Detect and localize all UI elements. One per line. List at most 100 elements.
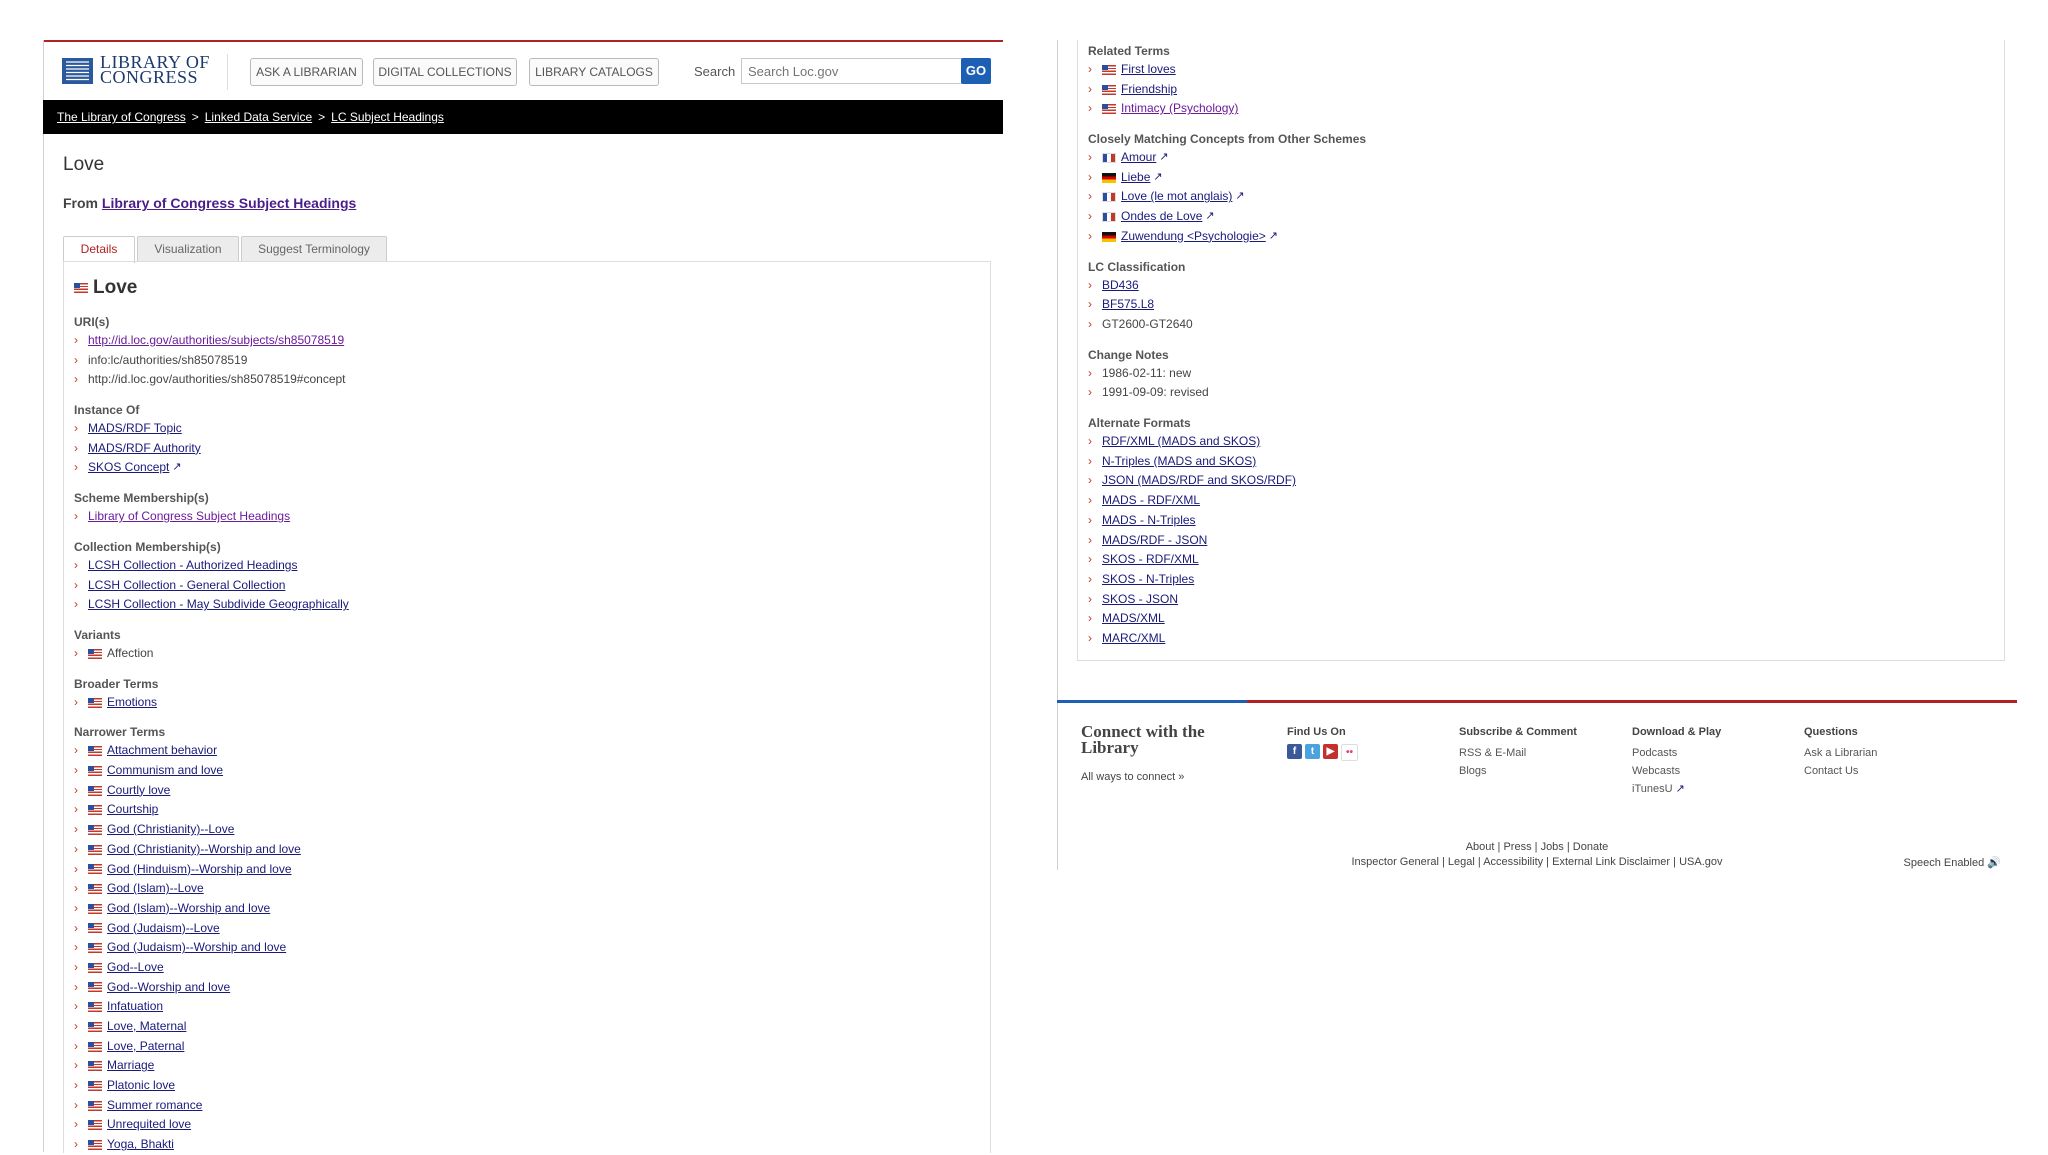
item-link[interactable]: Courtly love	[107, 781, 170, 801]
item-link[interactable]: Liebe	[1121, 168, 1150, 188]
breadcrumb-linked-data-service[interactable]: Linked Data Service	[205, 110, 312, 124]
tab-suggest-terminology[interactable]: Suggest Terminology	[241, 236, 387, 261]
all-ways-to-connect-link[interactable]: All ways to connect »	[1081, 771, 1184, 783]
list-item[interactable]: › Love (le mot anglais) ↗	[1088, 187, 1366, 207]
footer-link-jobs[interactable]: Jobs	[1541, 841, 1564, 853]
list-item[interactable]: › MADS - N-Triples	[1088, 511, 1296, 531]
item-link[interactable]: Intimacy (Psychology)	[1121, 99, 1238, 119]
item-link[interactable]: LCSH Collection - General Collection	[88, 576, 285, 596]
item-link[interactable]: Summer romance	[107, 1096, 202, 1116]
item-link[interactable]: Love, Maternal	[107, 1017, 186, 1037]
item-link[interactable]: God (Christianity)--Love	[107, 820, 234, 840]
list-item[interactable]: › MADS - RDF/XML	[1088, 491, 1296, 511]
item-link[interactable]: Love (le mot anglais)	[1121, 187, 1232, 207]
item-link[interactable]: SKOS - RDF/XML	[1102, 550, 1199, 570]
item-link[interactable]: MADS/RDF - JSON	[1102, 531, 1207, 551]
item-link[interactable]: LCSH Collection - Authorized Headings	[88, 556, 297, 576]
item-link[interactable]: Library of Congress Subject Headings	[88, 507, 290, 527]
list-item[interactable]: › MADS/XML	[1088, 609, 1296, 629]
list-item[interactable]: › Communism and love	[74, 761, 301, 781]
list-item[interactable]: › God (Christianity)--Worship and love	[74, 840, 301, 860]
item-link[interactable]: Unrequited love	[107, 1115, 191, 1135]
item-link[interactable]: God (Christianity)--Worship and love	[107, 840, 301, 860]
item-link[interactable]: God (Islam)--Worship and love	[107, 899, 270, 919]
from-scheme-link[interactable]: Library of Congress Subject Headings	[102, 195, 356, 211]
item-link[interactable]: Love, Paternal	[107, 1037, 184, 1057]
list-item[interactable]: › God--Worship and love	[74, 978, 301, 998]
webcasts-link[interactable]: Webcasts	[1632, 762, 1721, 780]
item-link[interactable]: MARC/XML	[1102, 629, 1165, 649]
item-link[interactable]: Infatuation	[107, 997, 163, 1017]
footer-link-accessibility[interactable]: Accessibility	[1483, 856, 1543, 868]
list-item[interactable]: › Platonic love	[74, 1076, 301, 1096]
list-item[interactable]: › God (Islam)--Love	[74, 879, 301, 899]
item-link[interactable]: MADS/XML	[1102, 609, 1165, 629]
item-link[interactable]: Emotions	[107, 693, 157, 713]
list-item[interactable]: › God (Christianity)--Love	[74, 820, 301, 840]
breadcrumb-library-of-congress[interactable]: The Library of Congress	[57, 110, 186, 124]
list-item[interactable]: › Amour ↗	[1088, 148, 1366, 168]
contact-us-link[interactable]: Contact Us	[1804, 762, 1877, 780]
youtube-icon[interactable]: ▶	[1323, 744, 1338, 759]
rss-email-link[interactable]: RSS & E-Mail	[1459, 744, 1577, 762]
tab-visualization[interactable]: Visualization	[137, 236, 239, 261]
item-link[interactable]: God--Love	[107, 958, 164, 978]
list-item[interactable]: › SKOS - RDF/XML	[1088, 550, 1296, 570]
item-link[interactable]: Communism and love	[107, 761, 223, 781]
speech-enabled[interactable]: Speech Enabled 🔊	[1904, 856, 2002, 869]
list-item[interactable]: › SKOS - N-Triples	[1088, 570, 1296, 590]
item-link[interactable]: SKOS Concept	[88, 458, 169, 478]
list-item[interactable]: › JSON (MADS/RDF and SKOS/RDF)	[1088, 471, 1296, 491]
item-link[interactable]: MADS - RDF/XML	[1102, 491, 1200, 511]
list-item[interactable]: › Courtly love	[74, 781, 301, 801]
list-item[interactable]: › BF575.L8	[1088, 295, 1193, 315]
library-catalogs-button[interactable]: LIBRARY CATALOGS	[529, 58, 659, 86]
blogs-link[interactable]: Blogs	[1459, 762, 1577, 780]
item-link[interactable]: God (Islam)--Love	[107, 879, 204, 899]
list-item[interactable]: › Courtship	[74, 800, 301, 820]
breadcrumb-lc-subject-headings[interactable]: LC Subject Headings	[331, 110, 444, 124]
item-link[interactable]: Ondes de Love	[1121, 207, 1202, 227]
facebook-icon[interactable]: f	[1287, 744, 1302, 759]
item-link[interactable]: Courtship	[107, 800, 158, 820]
list-item[interactable]: › LCSH Collection - General Collection	[74, 576, 349, 596]
item-link[interactable]: Zuwendung <Psychologie>	[1121, 227, 1266, 247]
footer-link-usa-gov[interactable]: USA.gov	[1679, 856, 1722, 868]
search-input[interactable]	[741, 58, 967, 84]
footer-link-inspector-general[interactable]: Inspector General	[1352, 856, 1439, 868]
list-item[interactable]: › Attachment behavior	[74, 741, 301, 761]
list-item[interactable]: › Infatuation	[74, 997, 301, 1017]
list-item[interactable]: › Liebe ↗	[1088, 168, 1366, 188]
footer-link-press[interactable]: Press	[1503, 841, 1531, 853]
item-link[interactable]: Platonic love	[107, 1076, 175, 1096]
footer-link-legal[interactable]: Legal	[1448, 856, 1475, 868]
footer-link-external-link-disclaimer[interactable]: External Link Disclaimer	[1552, 856, 1670, 868]
item-link[interactable]: JSON (MADS/RDF and SKOS/RDF)	[1102, 471, 1296, 491]
list-item[interactable]: › God (Judaism)--Love	[74, 919, 301, 939]
item-link[interactable]: RDF/XML (MADS and SKOS)	[1102, 432, 1260, 452]
item-link[interactable]: SKOS - N-Triples	[1102, 570, 1194, 590]
list-item[interactable]: › Friendship	[1088, 80, 1238, 100]
item-link[interactable]: God--Worship and love	[107, 978, 230, 998]
list-item[interactable]: › Summer romance	[74, 1096, 301, 1116]
list-item[interactable]: › Unrequited love	[74, 1115, 301, 1135]
item-link[interactable]: N-Triples (MADS and SKOS)	[1102, 452, 1256, 472]
item-link[interactable]: MADS/RDF Topic	[88, 419, 182, 439]
list-item[interactable]: › Marriage	[74, 1056, 301, 1076]
list-item[interactable]: › Intimacy (Psychology)	[1088, 99, 1238, 119]
item-link[interactable]: Amour	[1121, 148, 1156, 168]
list-item[interactable]: › Library of Congress Subject Headings	[74, 507, 290, 527]
podcasts-link[interactable]: Podcasts	[1632, 744, 1721, 762]
list-item[interactable]: › God (Islam)--Worship and love	[74, 899, 301, 919]
itunesu-link[interactable]: iTunesU ↗	[1632, 780, 1721, 798]
list-item[interactable]: › http://id.loc.gov/authorities/subjects/…	[74, 331, 346, 351]
list-item[interactable]: › BD436	[1088, 276, 1193, 296]
item-link[interactable]: SKOS - JSON	[1102, 590, 1178, 610]
footer-link-about[interactable]: About	[1466, 841, 1495, 853]
item-link[interactable]: MADS - N-Triples	[1102, 511, 1196, 531]
item-link[interactable]: First loves	[1121, 60, 1176, 80]
list-item[interactable]: › LCSH Collection - May Subdivide Geograp…	[74, 595, 349, 615]
item-link[interactable]: Attachment behavior	[107, 741, 217, 761]
digital-collections-button[interactable]: DIGITAL COLLECTIONS	[373, 58, 517, 86]
list-item[interactable]: › SKOS Concept ↗	[74, 458, 201, 478]
